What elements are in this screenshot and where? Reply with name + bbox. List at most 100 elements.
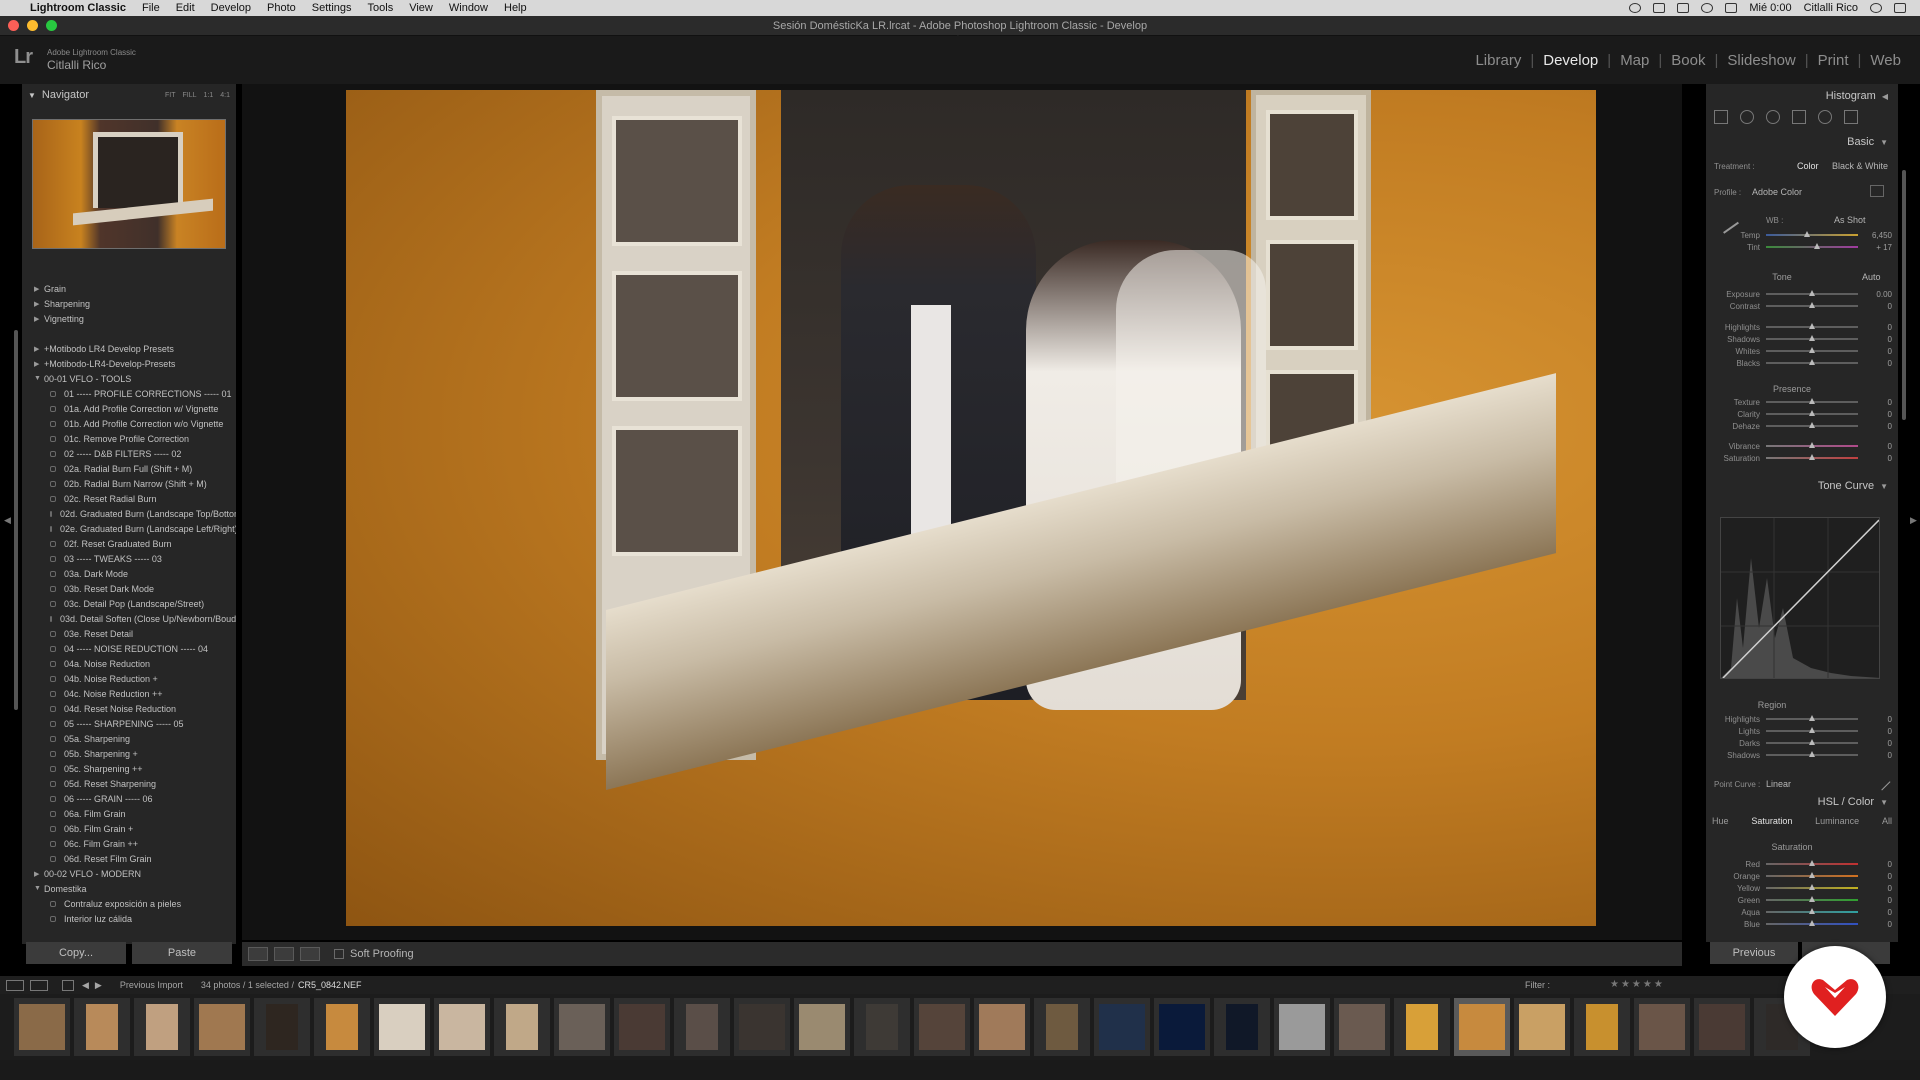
forward-arrow-icon[interactable]: ▶ [95,980,102,991]
filmstrip-thumbnail[interactable] [1154,998,1210,1056]
slider-track[interactable] [1766,442,1858,448]
preset-item[interactable]: 03b. Reset Dark Mode [22,581,236,596]
menu-develop[interactable]: Develop [203,2,259,14]
slider-value[interactable]: 0 [1864,860,1892,869]
spot-removal-tool-icon[interactable] [1740,110,1754,124]
slider-thumb[interactable] [1809,896,1815,902]
preset-item[interactable]: 05d. Reset Sharpening [22,776,236,791]
menu-help[interactable]: Help [496,2,535,14]
slider-thumb[interactable] [1809,739,1815,745]
filmstrip-thumbnail[interactable] [1214,998,1270,1056]
record-icon[interactable] [1629,3,1642,13]
slider-thumb[interactable] [1804,231,1811,237]
slider-track[interactable] [1766,715,1858,721]
slider-value[interactable]: 0 [1864,454,1892,463]
preset-item[interactable]: 02c. Reset Radial Burn [22,491,236,506]
slider-track[interactable] [1766,727,1858,733]
filmstrip-thumbnail[interactable] [1634,998,1690,1056]
auto-tone-button[interactable]: Auto [1862,272,1881,282]
hsl-header[interactable]: HSL / Color ▼ [1706,792,1898,812]
slider-thumb[interactable] [1809,347,1815,353]
preset-item[interactable]: 02 ----- D&B FILTERS ----- 02 [22,446,236,461]
slider-value[interactable]: + 17 [1864,243,1892,252]
slider-value[interactable]: 0 [1864,751,1892,760]
slider-value[interactable]: 0 [1864,359,1892,368]
filmstrip-thumbnail[interactable] [614,998,670,1056]
slider-track[interactable] [1766,410,1858,416]
histogram-header[interactable]: Histogram ◀ [1706,86,1898,106]
disclosure-triangle-icon[interactable]: ▶ [34,300,44,308]
slider-track[interactable] [1766,231,1858,237]
filmstrip-thumbnail[interactable] [494,998,550,1056]
slider-value[interactable]: 0 [1864,920,1892,929]
left-panel-scrollbar[interactable] [14,330,18,710]
secondary-window-icon[interactable] [30,979,48,991]
preset-item[interactable]: 06 ----- GRAIN ----- 06 [22,791,236,806]
collapse-triangle-icon[interactable]: ◀ [1882,92,1888,101]
preset-item[interactable]: 03 ----- TWEAKS ----- 03 [22,551,236,566]
slider-track[interactable] [1766,290,1858,296]
preset-folder[interactable]: ▼ 00-01 VFLO - TOOLS [22,371,236,386]
slider-value[interactable]: 0 [1864,872,1892,881]
menu-tools[interactable]: Tools [360,2,402,14]
filmstrip-thumbnail[interactable] [134,998,190,1056]
hsl-tab-hue[interactable]: Hue [1712,816,1729,832]
zoom-4-1[interactable]: 4:1 [220,92,230,99]
before-after-view-icon[interactable] [274,947,294,961]
zoom-1-1[interactable]: 1:1 [204,92,214,99]
slider-track[interactable] [1766,872,1858,878]
filmstrip-thumbnail[interactable] [254,998,310,1056]
curve-edit-icon[interactable] [1873,773,1891,791]
slider-thumb[interactable] [1809,422,1815,428]
slider-track[interactable] [1766,454,1858,460]
preset-folder[interactable]: ▶ Grain [22,281,236,296]
slider-value[interactable]: 0 [1864,715,1892,724]
treatment-bw-option[interactable]: Black & White [1832,161,1888,171]
preset-item[interactable]: 01b. Add Profile Correction w/o Vignette [22,416,236,431]
preset-item[interactable]: 02b. Radial Burn Narrow (Shift + M) [22,476,236,491]
module-slideshow[interactable]: Slideshow [1718,52,1804,69]
menu-file[interactable]: File [134,2,168,14]
basic-header[interactable]: Basic ▼ [1706,132,1898,152]
rating-filter-stars[interactable]: ★★★★★ [1610,979,1665,990]
module-library[interactable]: Library [1466,52,1530,69]
slider-value[interactable]: 0 [1864,323,1892,332]
menubar-clock[interactable]: Mié 0:00 [1749,2,1791,14]
collapse-triangle-icon[interactable]: ▼ [1880,798,1888,807]
hsl-tab-saturation[interactable]: Saturation [1751,816,1792,832]
slider-value[interactable]: 0 [1864,410,1892,419]
filmstrip-filename[interactable]: CR5_0842.NEF [298,980,362,990]
module-book[interactable]: Book [1662,52,1714,69]
left-panel-toggle-icon[interactable]: ◀ [4,515,11,526]
preset-item[interactable]: 01 ----- PROFILE CORRECTIONS ----- 01 [22,386,236,401]
slider-thumb[interactable] [1809,908,1815,914]
close-window-icon[interactable] [8,20,19,31]
module-print[interactable]: Print [1809,52,1858,69]
preset-item[interactable]: 04 ----- NOISE REDUCTION ----- 04 [22,641,236,656]
disclosure-triangle-icon[interactable]: ▶ [34,360,44,368]
zoom-fit[interactable]: FIT [165,92,176,99]
profile-browser-icon[interactable] [1870,185,1884,197]
slider-track[interactable] [1766,359,1858,365]
loupe-view-icon[interactable] [248,947,268,961]
slider-track[interactable] [1766,398,1858,404]
module-web[interactable]: Web [1861,52,1910,69]
filmstrip-thumbnail[interactable] [14,998,70,1056]
slider-track[interactable] [1766,884,1858,890]
slider-track[interactable] [1766,751,1858,757]
slider-track[interactable] [1766,335,1858,341]
preset-item[interactable]: 04b. Noise Reduction + [22,671,236,686]
filmstrip-thumbnail[interactable] [1574,998,1630,1056]
preset-item[interactable]: 05a. Sharpening [22,731,236,746]
copy-settings-button[interactable]: Copy... [26,942,126,964]
disclosure-triangle-icon[interactable]: ▶ [34,870,44,878]
slider-thumb[interactable] [1809,884,1815,890]
grid-view-icon[interactable] [62,979,74,991]
menubar-user[interactable]: Citlalli Rico [1804,2,1858,14]
right-panel-scrollbar[interactable] [1902,170,1906,420]
filmstrip-thumbnail[interactable] [1274,998,1330,1056]
filmstrip-thumbnail[interactable] [1334,998,1390,1056]
preset-item[interactable]: 06b. Film Grain + [22,821,236,836]
filmstrip-thumbnail[interactable] [434,998,490,1056]
preset-item[interactable]: 05c. Sharpening ++ [22,761,236,776]
